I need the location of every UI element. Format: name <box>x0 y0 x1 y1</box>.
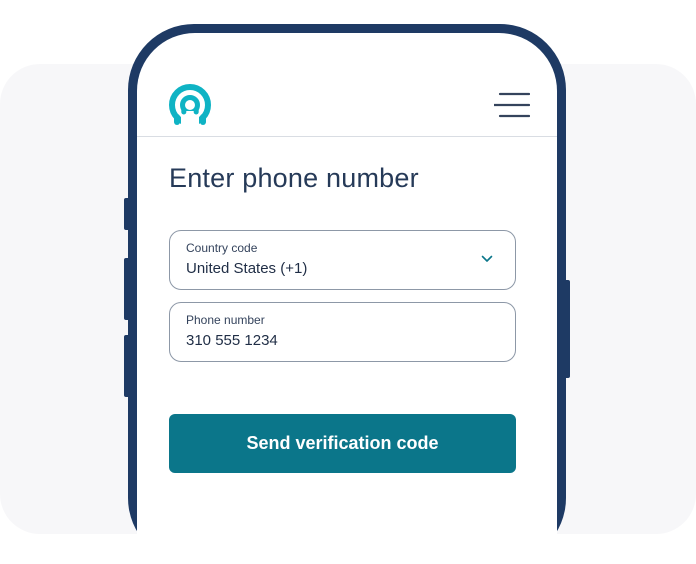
hamburger-menu-icon[interactable] <box>494 92 530 120</box>
country-code-label: Country code <box>186 241 258 255</box>
chevron-down-icon[interactable] <box>481 255 493 263</box>
phone-number-field[interactable]: Phone number <box>169 302 516 362</box>
phone-entry-form: Enter phone number Country code United S… <box>169 158 516 473</box>
signal-ring-logo-icon[interactable] <box>167 82 213 128</box>
phone-screen: Enter phone number Country code United S… <box>137 33 557 564</box>
phone-frame: Enter phone number Country code United S… <box>128 24 566 564</box>
country-code-select[interactable]: Country code United States (+1) <box>169 230 516 290</box>
app-header <box>137 33 557 137</box>
send-verification-code-button[interactable]: Send verification code <box>169 414 516 473</box>
phone-number-label: Phone number <box>186 313 265 327</box>
country-code-value: United States (+1) <box>186 260 308 277</box>
page-title: Enter phone number <box>169 163 419 193</box>
phone-number-input[interactable] <box>186 332 486 349</box>
